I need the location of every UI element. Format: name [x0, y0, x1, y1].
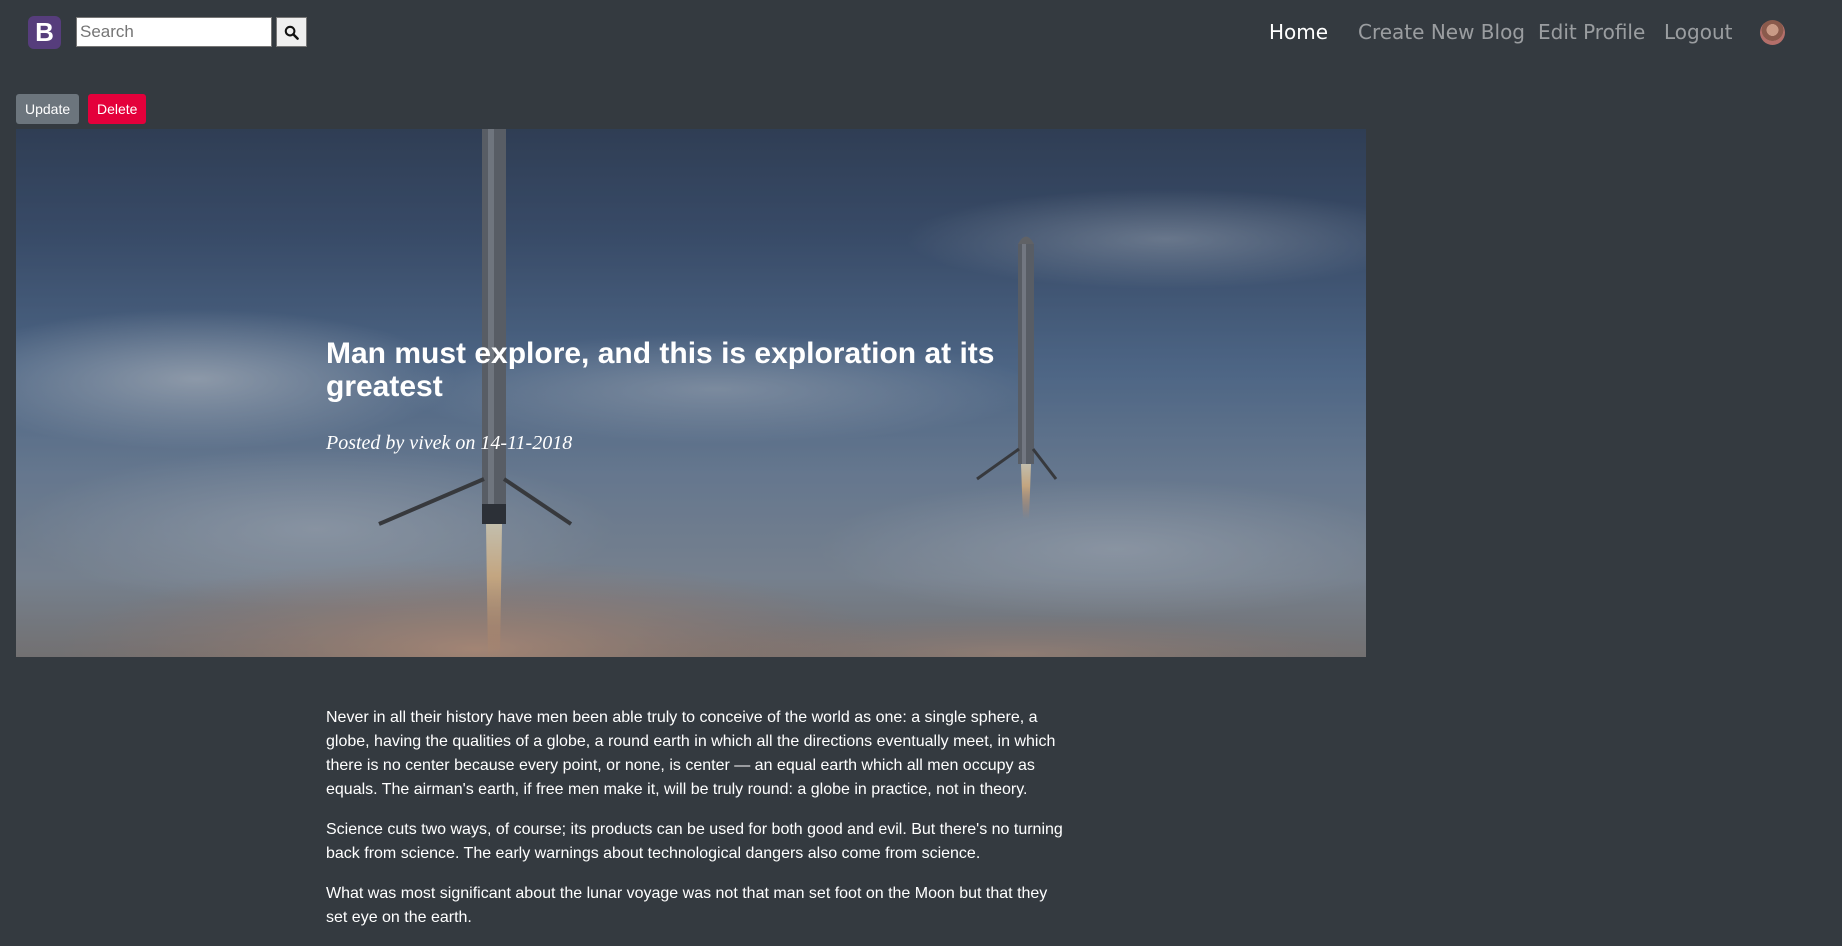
post-meta: Posted by vivek on 14-11-2018: [326, 432, 573, 454]
nav-home[interactable]: Home: [1269, 20, 1328, 44]
navbar: B Home Create New Blog Edit Profile Logo…: [0, 0, 1842, 64]
nav-create-new-blog[interactable]: Create New Blog: [1358, 20, 1525, 44]
search-input[interactable]: [76, 17, 272, 47]
user-avatar[interactable]: [1760, 20, 1785, 45]
nav-edit-profile[interactable]: Edit Profile: [1538, 20, 1645, 44]
post-title: Man must explore, and this is exploratio…: [326, 337, 995, 403]
post-header-image: Man must explore, and this is exploratio…: [16, 129, 1366, 657]
update-button[interactable]: Update: [16, 94, 79, 124]
post-paragraph: Never in all their history have men been…: [326, 709, 1056, 798]
search-button[interactable]: [276, 17, 307, 47]
search-icon: [284, 25, 299, 40]
delete-button[interactable]: Delete: [88, 94, 146, 124]
nav-logout[interactable]: Logout: [1664, 20, 1732, 44]
bootstrap-logo-icon[interactable]: B: [28, 16, 61, 49]
post-paragraph: Science cuts two ways, of course; its pr…: [326, 821, 1063, 862]
post-paragraph: What was most significant about the luna…: [326, 885, 1048, 926]
post-body: Never in all their history have men been…: [326, 706, 1066, 946]
